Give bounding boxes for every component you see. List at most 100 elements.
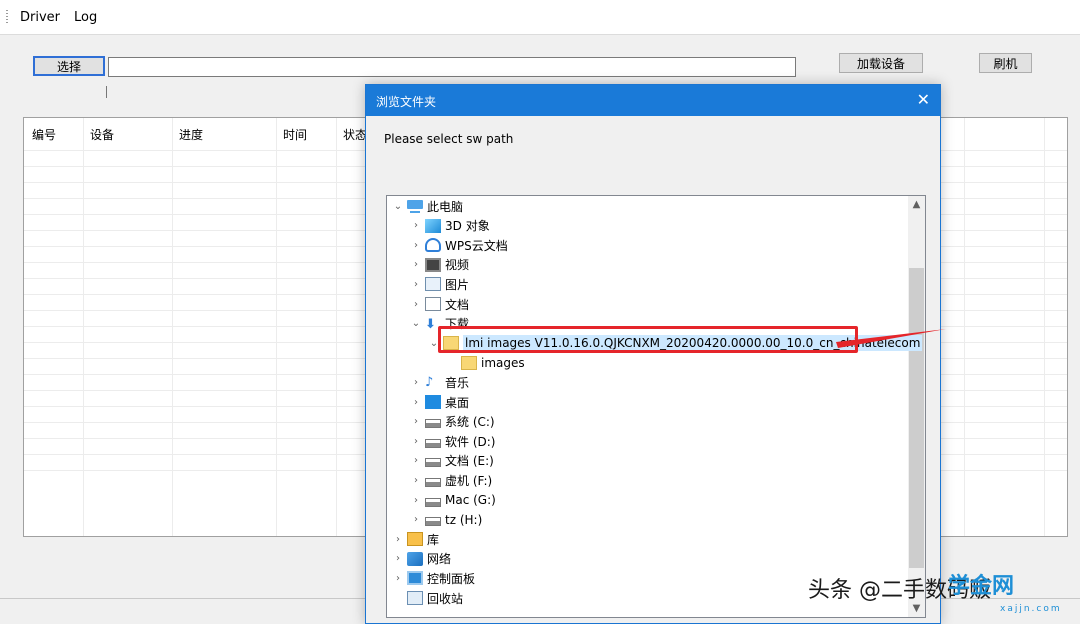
tree-node-label: Mac (G:) — [445, 493, 496, 507]
computer-icon — [407, 200, 423, 213]
tree-node[interactable]: › WPS云文档 — [409, 236, 508, 254]
tree-node[interactable]: › 虚机 (F:) — [409, 471, 492, 489]
chevron-right-icon[interactable]: › — [409, 416, 423, 427]
system-drive-icon — [425, 419, 441, 429]
dialog-titlebar[interactable]: 浏览文件夹 ✕ — [366, 85, 940, 116]
tree-node[interactable]: › 文档 — [409, 295, 469, 313]
column-header-id[interactable]: 编号 — [32, 126, 56, 143]
tree-node[interactable]: › 系统 (C:) — [409, 413, 495, 431]
chevron-right-icon[interactable]: › — [391, 573, 405, 584]
chevron-right-icon[interactable]: › — [409, 514, 423, 525]
tree-node-label: WPS云文档 — [445, 238, 508, 253]
chevron-right-icon[interactable]: › — [391, 553, 405, 564]
tree-node[interactable]: › 控制面板 — [391, 569, 475, 587]
grid-column-line — [1044, 118, 1045, 536]
tree-node[interactable]: › 软件 (D:) — [409, 432, 495, 450]
annotation-highlight-box — [438, 326, 858, 353]
chevron-right-icon[interactable]: › — [409, 240, 423, 251]
column-header-time[interactable]: 时间 — [283, 126, 307, 143]
tree-node[interactable]: ⌄ 此电脑 — [391, 197, 463, 215]
column-header-progress[interactable]: 进度 — [179, 126, 203, 143]
chevron-right-icon[interactable]: › — [409, 397, 423, 408]
flash-button[interactable]: 刷机 — [979, 53, 1032, 73]
desktop-icon — [425, 395, 441, 409]
tree-node-label: 音乐 — [445, 375, 470, 390]
tree-node[interactable]: › tz (H:) — [409, 511, 482, 529]
network-icon — [407, 551, 423, 566]
watermark-logo: 学金网 — [948, 574, 1015, 599]
picture-icon — [425, 277, 441, 292]
chevron-down-icon[interactable]: ⌄ — [409, 318, 423, 329]
folder-tree[interactable]: ▲ ▼ ⌄ 此电脑 › 3D 对象 › WPS云文档 › 视频 › 图片 › 文档 ⌄ ⬇ 下载 ⌄ lmi i… — [386, 195, 926, 618]
toolbar-grip[interactable] — [6, 10, 8, 24]
tree-node-label: 文档 — [445, 297, 470, 312]
watermark-url: xajjn.com — [1000, 604, 1062, 614]
scroll-up-icon[interactable]: ▲ — [908, 196, 925, 213]
recycle-bin-icon — [407, 591, 423, 605]
grid-column-line — [964, 118, 965, 536]
drive-icon — [425, 517, 441, 527]
tree-node[interactable]: › 3D 对象 — [409, 217, 490, 235]
grid-column-line — [336, 118, 337, 536]
tree-node-label: 虚机 (F:) — [445, 473, 493, 488]
grid-column-line — [83, 118, 84, 536]
tree-node[interactable]: › 桌面 — [409, 393, 469, 411]
load-device-button[interactable]: 加载设备 — [839, 53, 923, 73]
tree-node[interactable]: › 网络 — [391, 550, 451, 568]
tree-scrollbar[interactable]: ▲ ▼ — [908, 196, 925, 617]
drive-icon — [425, 438, 441, 448]
tree-node[interactable]: › 库 — [391, 530, 439, 548]
chevron-right-icon[interactable]: › — [409, 377, 423, 388]
tree-node-label: 3D 对象 — [445, 219, 490, 234]
tree-node-label: 系统 (C:) — [445, 415, 495, 430]
chevron-right-icon[interactable]: › — [409, 495, 423, 506]
chevron-right-icon[interactable]: › — [409, 455, 423, 466]
tree-node[interactable]: 回收站 — [391, 589, 463, 607]
grid-column-line — [172, 118, 173, 536]
drive-icon — [425, 477, 441, 487]
tree-node[interactable]: › 图片 — [409, 275, 469, 293]
tree-node[interactable]: › 文档 (E:) — [409, 452, 494, 470]
chevron-right-icon[interactable]: › — [409, 279, 423, 290]
scroll-thumb[interactable] — [909, 268, 924, 568]
tree-node[interactable]: › 视频 — [409, 256, 469, 274]
tree-node-label: 软件 (D:) — [445, 434, 496, 449]
library-icon — [407, 532, 423, 547]
tree-node-label: 库 — [427, 532, 440, 547]
chevron-right-icon[interactable]: › — [409, 259, 423, 270]
control-panel-icon — [407, 571, 423, 586]
grid-column-line — [276, 118, 277, 536]
tree-node[interactable]: images — [445, 354, 525, 372]
tree-node-label: 此电脑 — [427, 199, 464, 214]
chevron-right-icon[interactable]: › — [409, 436, 423, 447]
tree-node[interactable]: › Mac (G:) — [409, 491, 496, 509]
3d-objects-icon — [425, 218, 441, 233]
path-input[interactable] — [108, 57, 796, 77]
browse-folder-dialog: 浏览文件夹 ✕ Please select sw path ▲ ▼ ⌄ 此电脑 › 3… — [365, 84, 941, 624]
text-caret — [106, 86, 107, 98]
tree-node-label: 图片 — [445, 277, 470, 292]
menu-driver[interactable]: Driver — [20, 10, 60, 25]
tree-node[interactable]: › ♪ 音乐 — [409, 373, 469, 391]
menu-log[interactable]: Log — [74, 10, 97, 25]
chevron-right-icon[interactable]: › — [391, 534, 405, 545]
drive-icon — [425, 458, 441, 468]
video-icon — [425, 257, 441, 272]
tree-node-label: 桌面 — [445, 395, 470, 410]
tree-node-label: 网络 — [427, 552, 452, 567]
chevron-right-icon[interactable]: › — [409, 475, 423, 486]
folder-icon — [461, 355, 477, 370]
column-header-device[interactable]: 设备 — [90, 126, 114, 143]
select-button[interactable]: 选择 — [33, 56, 105, 76]
drive-icon — [425, 497, 441, 507]
column-header-status[interactable]: 状态 — [343, 126, 367, 143]
tree-node-label: 文档 (E:) — [445, 454, 494, 469]
tree-node-label: tz (H:) — [445, 512, 483, 527]
chevron-down-icon[interactable]: ⌄ — [391, 201, 405, 212]
chevron-right-icon[interactable]: › — [409, 299, 423, 310]
close-icon[interactable]: ✕ — [917, 90, 930, 109]
music-icon: ♪ — [425, 375, 434, 391]
chevron-right-icon[interactable]: › — [409, 220, 423, 231]
tree-node-label: 回收站 — [427, 591, 464, 606]
dialog-title: 浏览文件夹 — [376, 95, 437, 109]
